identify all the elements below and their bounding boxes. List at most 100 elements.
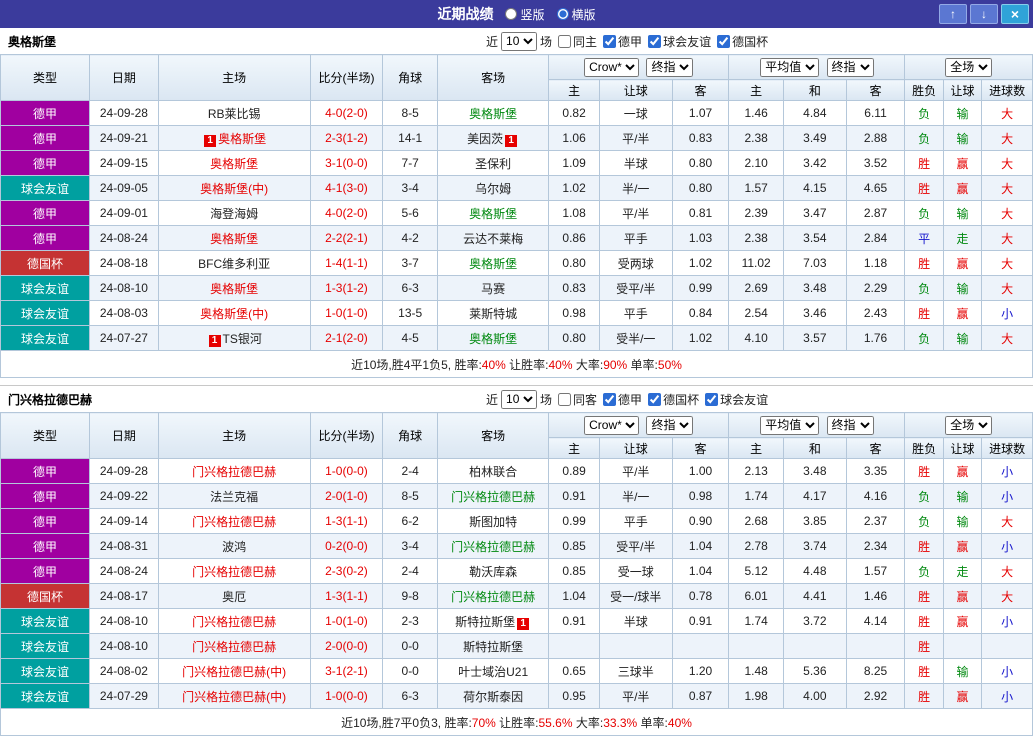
match-date: 24-08-24 (90, 559, 159, 584)
corners: 2-4 (383, 459, 438, 484)
avg-stage-select[interactable]: 终指 (827, 58, 874, 77)
summary-cell: 近10场,胜7平0负3, 胜率:70% 让胜率:55.6% 大率:33.3% 单… (1, 709, 1033, 736)
filter-same-venue[interactable]: 同主 (558, 33, 597, 50)
league-badge: 德国杯 (1, 251, 90, 276)
filter-bundesliga[interactable]: 德甲 (603, 33, 642, 50)
col-handicap-result: 让球 (943, 438, 981, 459)
col-type: 类型 (1, 55, 90, 101)
filter-bundesliga[interactable]: 德甲 (603, 391, 642, 408)
bookmaker-select[interactable]: Crow* (584, 416, 639, 435)
away-team: 奥格斯堡 (438, 101, 549, 126)
summary-segment: 胜率: (444, 716, 471, 730)
home-team-label: TS银河 (223, 332, 262, 346)
filter-friendly[interactable]: 球会友谊 (705, 391, 768, 408)
away-team-label: 云达不莱梅 (463, 232, 523, 246)
result-goals: 小 (982, 659, 1033, 684)
avg-draw-odds: 3.42 (783, 151, 846, 176)
handicap-line (599, 634, 672, 659)
match-date: 24-09-22 (90, 484, 159, 509)
away-team: 勒沃库森 (438, 559, 549, 584)
result-handicap: 赢 (943, 301, 981, 326)
col-avg-home: 主 (729, 80, 784, 101)
col-avg-draw: 和 (783, 80, 846, 101)
avg-away-odds: 3.52 (846, 151, 905, 176)
filter-friendly[interactable]: 球会友谊 (648, 33, 711, 50)
friendly-checkbox[interactable] (648, 35, 661, 48)
filter-same-venue[interactable]: 同客 (558, 391, 597, 408)
bundesliga-checkbox[interactable] (603, 393, 616, 406)
filter-cup[interactable]: 德国杯 (717, 33, 768, 50)
summary-segment: 40% (482, 358, 506, 372)
average-select[interactable]: 平均值 (760, 58, 819, 77)
away-team: 莱斯特城 (438, 301, 549, 326)
handicap-line: 平手 (599, 509, 672, 534)
avg-stage-select[interactable]: 终指 (827, 416, 874, 435)
league-badge: 德国杯 (1, 584, 90, 609)
result-handicap: 赢 (943, 609, 981, 634)
corners: 13-5 (383, 301, 438, 326)
table-header-top: 类型 日期 主场 比分(半场) 角球 客场 Crow* 终指 平均值 终指 全场 (1, 55, 1033, 80)
match-row: 德甲24-09-28门兴格拉德巴赫1-0(0-0)2-4柏林联合0.89平/半1… (1, 459, 1033, 484)
away-team: 美因茨1 (438, 126, 549, 151)
match-count-select[interactable]: 10 (501, 32, 537, 51)
radio-vertical-layout[interactable]: 竖版 (505, 6, 544, 23)
friendly-checkbox[interactable] (705, 393, 718, 406)
home-team: 门兴格拉德巴赫 (158, 609, 310, 634)
result-handicap: 赢 (943, 251, 981, 276)
handicap-line: 平/半 (599, 459, 672, 484)
close-button[interactable]: × (1001, 4, 1029, 24)
home-team: 奥格斯堡(中) (158, 176, 310, 201)
away-team-label: 圣保利 (475, 157, 511, 171)
corners: 9-8 (383, 584, 438, 609)
scope-select[interactable]: 全场 (945, 416, 992, 435)
scope-select[interactable]: 全场 (945, 58, 992, 77)
games-label: 场 (540, 33, 552, 50)
scope-header: 全场 (905, 55, 1033, 80)
bookmaker-select[interactable]: Crow* (584, 58, 639, 77)
league-badge: 球会友谊 (1, 609, 90, 634)
summary-segment: 近10场,胜7平0负3, (341, 716, 444, 730)
score: 1-4(1-1) (310, 251, 383, 276)
match-date: 24-08-18 (90, 251, 159, 276)
avg-home-odds: 1.74 (729, 484, 784, 509)
score: 4-0(2-0) (310, 101, 383, 126)
home-team-label: 门兴格拉德巴赫 (192, 465, 276, 479)
odds-stage-select[interactable]: 终指 (646, 58, 693, 77)
scroll-up-button[interactable]: ↑ (939, 4, 967, 24)
scroll-down-button[interactable]: ↓ (970, 4, 998, 24)
handicap-line: 平/半 (599, 126, 672, 151)
match-date: 24-08-10 (90, 609, 159, 634)
table-header-top: 类型 日期 主场 比分(半场) 角球 客场 Crow* 终指 平均值 终指 全场 (1, 413, 1033, 438)
same-venue-checkbox[interactable] (558, 35, 571, 48)
match-date: 24-08-10 (90, 276, 159, 301)
col-goals-result: 进球数 (982, 80, 1033, 101)
summary-segment: 单率: (627, 358, 658, 372)
horizontal-layout-radio[interactable] (557, 8, 569, 20)
match-count-select[interactable]: 10 (501, 390, 537, 409)
result-goals: 大 (982, 584, 1033, 609)
match-row: 球会友谊24-07-271TS银河2-1(2-0)4-5奥格斯堡0.80受半/一… (1, 326, 1033, 351)
average-select[interactable]: 平均值 (760, 416, 819, 435)
corners: 4-2 (383, 226, 438, 251)
league-badge: 德甲 (1, 151, 90, 176)
avg-home-odds: 1.46 (729, 101, 784, 126)
handicap-line: 平/半 (599, 201, 672, 226)
league-badge: 球会友谊 (1, 634, 90, 659)
cup-checkbox[interactable] (717, 35, 730, 48)
vertical-layout-radio[interactable] (505, 8, 517, 20)
same-venue-checkbox[interactable] (558, 393, 571, 406)
score: 3-1(2-1) (310, 659, 383, 684)
average-odds-header: 平均值 终指 (729, 413, 905, 438)
odds-stage-select[interactable]: 终指 (646, 416, 693, 435)
bundesliga-checkbox[interactable] (603, 35, 616, 48)
avg-draw-odds: 3.47 (783, 201, 846, 226)
away-team: 柏林联合 (438, 459, 549, 484)
filter-cup[interactable]: 德国杯 (648, 391, 699, 408)
result-outcome: 胜 (905, 176, 943, 201)
league-badge: 德甲 (1, 484, 90, 509)
league-badge: 德甲 (1, 559, 90, 584)
radio-horizontal-layout[interactable]: 横版 (557, 6, 596, 23)
home-team: RB莱比锡 (158, 101, 310, 126)
cup-checkbox[interactable] (648, 393, 661, 406)
col-type: 类型 (1, 413, 90, 459)
